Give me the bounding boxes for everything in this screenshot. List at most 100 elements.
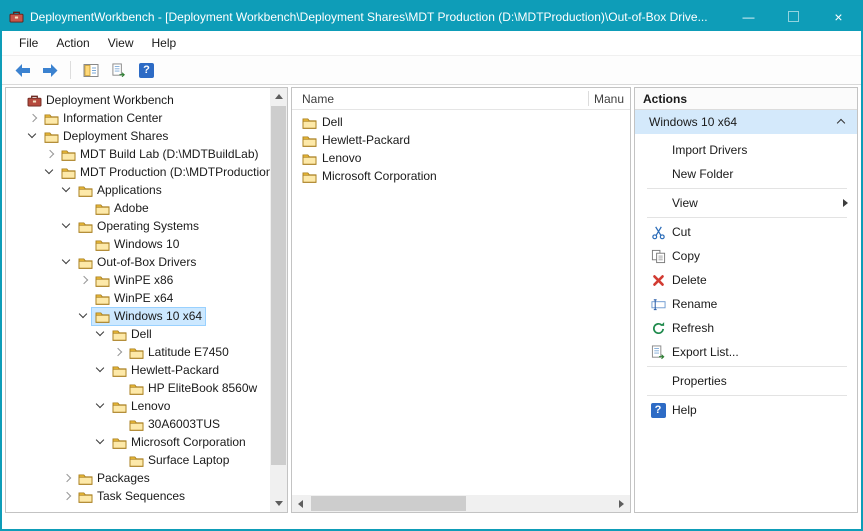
tree-item-information-center[interactable]: Information Center [6,109,270,127]
action-label: Help [669,403,857,417]
expander-expanded-icon[interactable] [26,129,40,143]
action-delete[interactable]: Delete [635,268,857,292]
expander-collapsed-icon[interactable] [60,489,74,503]
tree-item-surface-laptop[interactable]: Surface Laptop [6,451,270,469]
expander-expanded-icon[interactable] [94,327,108,341]
tree-item-packages[interactable]: Packages [6,469,270,487]
actions-group-header[interactable]: Windows 10 x64 [635,110,857,134]
action-new-folder[interactable]: New Folder [635,162,857,186]
tree-item-label: Task Sequences [97,489,185,503]
tree-item-adobe[interactable]: Adobe [6,199,270,217]
menu-action[interactable]: Action [47,33,98,53]
scrollbar-thumb[interactable] [271,106,286,465]
tree-item-deployment-workbench[interactable]: Deployment Workbench [6,91,270,109]
tree-item-operating-systems[interactable]: Operating Systems [6,217,270,235]
action-rename[interactable]: Rename [635,292,857,316]
action-import-drivers[interactable]: Import Drivers [635,138,857,162]
scrollbar-track[interactable] [309,495,613,512]
tree-item-lenovo[interactable]: Lenovo [6,397,270,415]
action-properties[interactable]: Properties [635,369,857,393]
expander-collapsed-icon[interactable] [26,111,40,125]
menu-view[interactable]: View [99,33,143,53]
horizontal-scrollbar[interactable] [292,495,630,512]
tree-item-label: Windows 10 x64 [114,309,202,323]
export-list-button[interactable] [107,59,130,82]
list-item-lenovo[interactable]: Lenovo [292,149,630,167]
tree-item-latitude-e7450[interactable]: Latitude E7450 [6,343,270,361]
tree-item-out-of-box-drivers[interactable]: Out-of-Box Drivers [6,253,270,271]
tree-item-winpe-x86[interactable]: WinPE x86 [6,271,270,289]
actions-separator [647,217,847,218]
folder-icon [78,184,93,197]
tree-item-microsoft-corporation[interactable]: Microsoft Corporation [6,433,270,451]
scroll-down-button[interactable] [270,495,287,512]
collapse-chevron-icon[interactable] [835,116,847,128]
scrollbar-track[interactable] [270,105,287,495]
tree-item-deployment-shares[interactable]: Deployment Shares [6,127,270,145]
list-item-dell[interactable]: Dell [292,113,630,131]
scroll-right-button[interactable] [613,495,630,512]
menu-bar: FileActionViewHelp [2,31,861,56]
list-item-label: Microsoft Corporation [322,169,437,183]
action-help[interactable]: ?Help [635,398,857,422]
tree-item-winpe-x64[interactable]: WinPE x64 [6,289,270,307]
scroll-left-button[interactable] [292,495,309,512]
maximize-button[interactable] [771,2,816,31]
tree-item-windows-10[interactable]: Windows 10 [6,235,270,253]
scroll-left-icon [298,500,303,508]
tree-item-hp-elitebook-8560w[interactable]: HP EliteBook 8560w [6,379,270,397]
list-item-microsoft-corporation[interactable]: Microsoft Corporation [292,167,630,185]
tree-item-label: Hewlett-Packard [131,363,219,377]
expander-collapsed-icon[interactable] [43,147,57,161]
list-header: Name Manu [292,88,630,110]
tree-item-mdt-production-d-mdtproduction[interactable]: MDT Production (D:\MDTProduction) [6,163,270,181]
forward-button[interactable] [39,59,62,82]
refresh-icon [647,321,669,336]
expander-expanded-icon[interactable] [43,165,57,179]
expander-expanded-icon[interactable] [60,183,74,197]
tree-item-mdt-build-lab-d-mdtbuildlab[interactable]: MDT Build Lab (D:\MDTBuildLab) [6,145,270,163]
expander-expanded-icon[interactable] [94,399,108,413]
tree-item-hewlett-packard[interactable]: Hewlett-Packard [6,361,270,379]
expander-expanded-icon[interactable] [94,435,108,449]
action-view[interactable]: View [635,191,857,215]
column-header-name[interactable]: Name [292,92,588,106]
action-refresh[interactable]: Refresh [635,316,857,340]
tree-item-applications[interactable]: Applications [6,181,270,199]
expander-expanded-icon[interactable] [60,255,74,269]
app-icon [9,10,24,23]
title-bar[interactable]: DeploymentWorkbench - [Deployment Workbe… [2,2,861,31]
actions-pane-title: Actions [635,88,857,110]
expander-collapsed-icon[interactable] [77,273,91,287]
menu-help[interactable]: Help [143,33,186,53]
expander-collapsed-icon[interactable] [111,345,125,359]
tree-item-dell[interactable]: Dell [6,325,270,343]
list-item-hewlett-packard[interactable]: Hewlett-Packard [292,131,630,149]
action-copy[interactable]: Copy [635,244,857,268]
scroll-up-button[interactable] [270,88,287,105]
expander-collapsed-icon[interactable] [60,471,74,485]
show-console-tree-button[interactable] [79,59,102,82]
menu-file[interactable]: File [10,33,47,53]
tree-item-label: Out-of-Box Drivers [97,255,196,269]
expander-expanded-icon[interactable] [94,363,108,377]
action-cut[interactable]: Cut [635,220,857,244]
tree-item-task-sequences[interactable]: Task Sequences [6,487,270,505]
vertical-scrollbar[interactable] [270,88,287,512]
expander-expanded-icon[interactable] [77,309,91,323]
list-rows: Dell Hewlett-Packard Lenovo Microsoft Co… [292,110,630,185]
tree-item-windows-10-x64[interactable]: Windows 10 x64 [6,307,270,325]
column-header-manufacturer[interactable]: Manu [589,92,630,106]
folder-icon [129,346,144,359]
help-button[interactable]: ? [135,59,158,82]
close-button[interactable]: × [816,2,861,31]
expander-placeholder [111,381,125,395]
action-label: Cut [669,225,857,239]
tree-item-30a6003tus[interactable]: 30A6003TUS [6,415,270,433]
expander-expanded-icon[interactable] [60,219,74,233]
back-button[interactable] [11,59,34,82]
minimize-button[interactable]: — [726,2,771,31]
scrollbar-thumb[interactable] [311,496,466,511]
action-export-list[interactable]: Export List... [635,340,857,364]
action-label: Import Drivers [669,143,857,157]
